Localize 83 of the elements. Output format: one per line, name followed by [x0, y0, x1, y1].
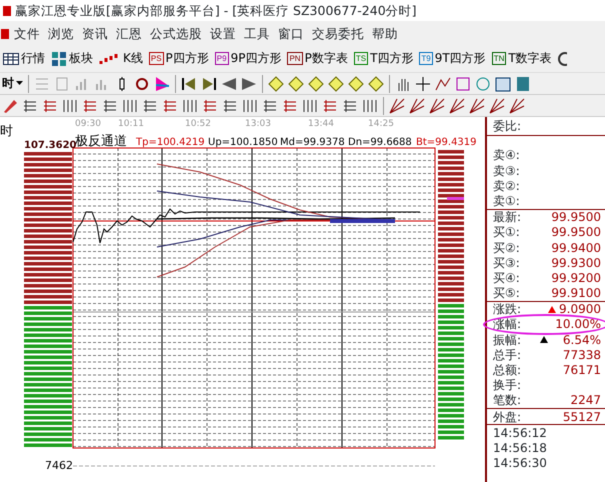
quote-label: 买③:	[493, 256, 520, 270]
quote-value: 99.9400	[551, 240, 601, 255]
toolbar-button[interactable]: TS T四方形	[350, 51, 416, 66]
quote-value: 9.0900	[559, 302, 601, 317]
menu-item[interactable]: 资讯	[78, 26, 112, 40]
indicator-value: Bt=99.4319	[416, 137, 477, 148]
toolbar-button[interactable]: 板块	[48, 50, 96, 66]
quote-value: 76171	[562, 363, 601, 378]
diamond-icon[interactable]	[286, 74, 306, 94]
blocks-icon	[51, 50, 67, 66]
quote-label: 总手:	[493, 348, 522, 362]
quote-label: 卖④:	[493, 148, 520, 163]
menu-item[interactable]: 公式选股	[146, 26, 206, 40]
tick-time: 14:56:12	[493, 426, 547, 440]
quote-value: 77338	[562, 348, 601, 362]
quote-value: 10.00%	[555, 317, 601, 332]
tick-time: 14:56:18	[493, 440, 547, 456]
diamond-icon[interactable]	[306, 74, 326, 94]
table-icon	[3, 51, 19, 66]
quote-value: 6.54%	[562, 332, 601, 348]
diamond-icon[interactable]	[346, 74, 366, 94]
menu-item[interactable]: 设置	[206, 26, 240, 40]
menu-item[interactable]: 浏览	[44, 26, 78, 40]
quote-value: 99.9100	[551, 286, 601, 300]
quote-label: 卖③:	[493, 164, 520, 178]
quote-value: 99.9500	[551, 225, 601, 240]
percent-marker	[447, 197, 464, 200]
indicator-value: Tp=100.4219	[136, 137, 205, 148]
toolbar-button[interactable]: P9 9P四方形	[212, 51, 284, 66]
toolbar-button[interactable]: T9 9T四方形	[416, 51, 489, 66]
quote-label: 委比:	[493, 118, 522, 134]
diamond-icon[interactable]	[266, 74, 286, 94]
volume-label: 7462	[45, 459, 73, 472]
menu-item[interactable]: 文件	[10, 26, 44, 40]
menu-item[interactable]: 汇恩	[112, 26, 146, 40]
quote-value: 55127	[562, 410, 601, 424]
toolbar-button[interactable]: PN P数字表	[284, 51, 351, 66]
time-tick: 13:44	[308, 119, 334, 129]
quote-label: 卖①:	[493, 194, 520, 208]
fan-lines-icon[interactable]	[407, 96, 427, 116]
quote-label: 换手:	[493, 378, 522, 393]
period-label: 时	[0, 124, 13, 139]
toolbar-button[interactable]: PS P四方形	[146, 51, 212, 66]
quote-label: 涨幅:	[493, 317, 522, 332]
time-tick: 14:25	[368, 119, 394, 129]
quote-label: 总额:	[493, 363, 522, 378]
price-bar	[330, 219, 395, 223]
toolbar-button[interactable]: TN T数字表	[488, 51, 555, 66]
indicator-value: Dn=99.6688	[348, 137, 412, 148]
quote-label: 最新:	[493, 210, 522, 225]
toolbar-button[interactable]: K线	[96, 51, 146, 66]
time-tick: 13:03	[245, 119, 271, 129]
diamond-icon[interactable]	[326, 74, 346, 94]
top-price-label: 107.3620	[24, 140, 77, 151]
diamond-icon[interactable]	[366, 74, 386, 94]
caret-icon	[16, 81, 23, 86]
time-tick: 09:30	[75, 119, 101, 129]
menu-item[interactable]: 帮助	[368, 26, 402, 40]
quote-label: 笔数:	[493, 393, 522, 408]
menu-item[interactable]: 窗口	[274, 26, 308, 40]
quote-value: 99.9500	[551, 210, 601, 225]
toolbar-button[interactable]: 行情	[0, 51, 48, 66]
indicator-name: 极反通道	[75, 134, 127, 149]
tick-time: 14:56:30	[493, 456, 547, 471]
time-tick: 10:11	[118, 119, 144, 129]
quote-label: 买①:	[493, 225, 520, 240]
quote-label: 买④:	[493, 270, 520, 286]
quote-label: 外盘:	[493, 410, 522, 424]
time-tick: 10:52	[185, 119, 211, 129]
quote-label: 振幅:	[493, 332, 522, 348]
quote-value: 2247	[570, 393, 601, 408]
menu-item[interactable]: 交易委托	[308, 26, 368, 40]
quote-label: 买⑤:	[493, 286, 520, 300]
menu-item[interactable]: 工具	[240, 26, 274, 40]
indicator-value: Md=99.9378	[280, 137, 345, 148]
quote-label: 买②:	[493, 240, 520, 255]
quote-value: 99.9200	[551, 270, 601, 286]
quote-value: 99.9300	[551, 256, 601, 270]
quote-label: 涨跌:	[493, 302, 522, 317]
window-title: 赢家江恩专业版[赢家内部服务平台] - [英科医疗 SZ300677-240分时]	[15, 3, 417, 18]
period-dropdown[interactable]: 时	[0, 76, 25, 91]
indicator-value: Up=100.1850	[208, 137, 278, 148]
quote-label: 卖②:	[493, 178, 520, 194]
